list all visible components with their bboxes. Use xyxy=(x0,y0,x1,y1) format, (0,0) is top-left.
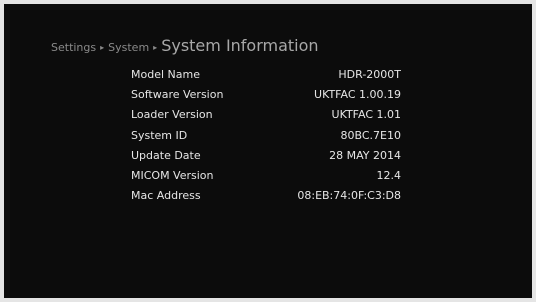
breadcrumb-separator-icon: ▸ xyxy=(153,43,158,52)
info-label: Software Version xyxy=(131,88,224,102)
info-row-update-date: Update Date 28 MAY 2014 xyxy=(131,146,401,166)
info-row-system-id: System ID 80BC.7E10 xyxy=(131,126,401,146)
info-row-micom-version: MICOM Version 12.4 xyxy=(131,166,401,186)
info-label: Update Date xyxy=(131,148,201,162)
breadcrumb-separator-icon: ▸ xyxy=(100,43,105,52)
info-value: HDR-2000T xyxy=(338,68,401,81)
info-label: Mac Address xyxy=(131,189,201,203)
info-value: UKTFAC 1.01 xyxy=(331,108,401,122)
breadcrumb-settings[interactable]: Settings xyxy=(51,41,96,54)
info-label: System ID xyxy=(131,128,188,142)
info-row-model-name: Model Name HDR-2000T xyxy=(131,65,401,85)
info-row-loader-version: Loader Version UKTFAC 1.01 xyxy=(131,105,401,125)
info-label: Loader Version xyxy=(131,108,213,122)
info-label: MICOM Version xyxy=(131,168,214,182)
info-value: 12.4 xyxy=(376,168,402,182)
tv-screen: Settings ▸ System ▸ System Information M… xyxy=(4,4,532,298)
info-value: UKTFAC 1.00.19 xyxy=(314,88,401,102)
info-value: 08:EB:74:0F:C3:D8 xyxy=(297,189,401,203)
breadcrumb-system[interactable]: System xyxy=(108,41,149,54)
system-info-table: Model Name HDR-2000T Software Version UK… xyxy=(131,65,401,206)
breadcrumb: Settings ▸ System ▸ System Information xyxy=(51,36,319,55)
info-label: Model Name xyxy=(131,68,200,81)
info-row-mac-address: Mac Address 08:EB:74:0F:C3:D8 xyxy=(131,186,401,206)
page-title: System Information xyxy=(161,36,319,55)
info-value: 80BC.7E10 xyxy=(340,128,401,142)
info-value: 28 MAY 2014 xyxy=(329,148,401,162)
info-row-software-version: Software Version UKTFAC 1.00.19 xyxy=(131,85,401,105)
